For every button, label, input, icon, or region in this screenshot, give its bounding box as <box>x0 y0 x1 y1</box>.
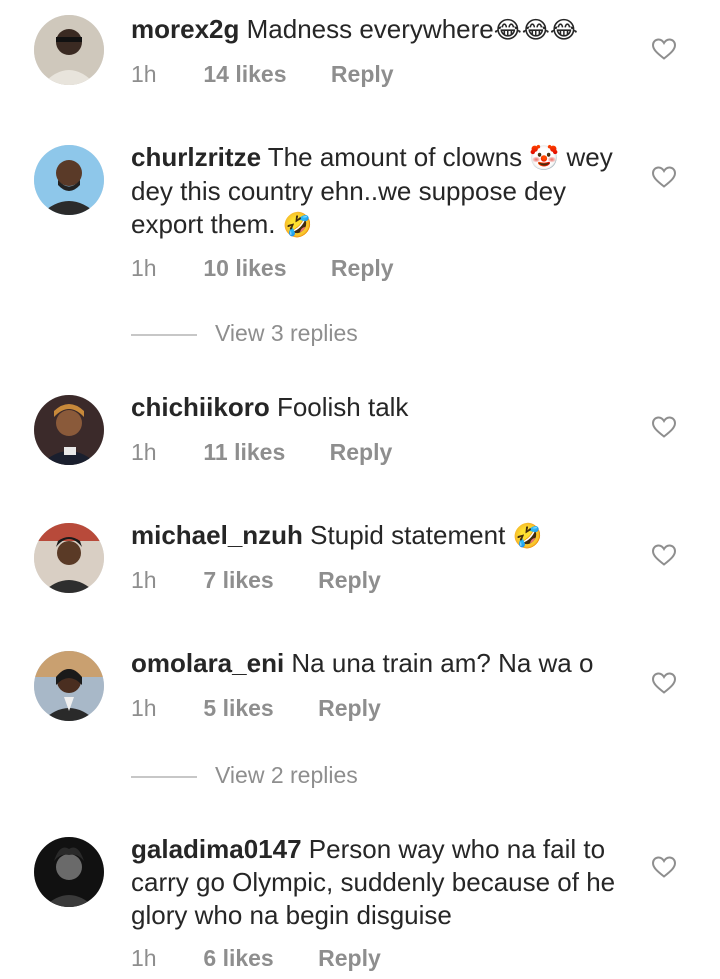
comment-body: Madness everywhere <box>246 14 494 44</box>
avatar[interactable] <box>34 651 104 721</box>
comment-text: chichiikoro Foolish talk <box>131 391 621 424</box>
avatar[interactable] <box>34 523 104 593</box>
heart-icon[interactable] <box>651 165 677 189</box>
avatar-image <box>34 651 104 721</box>
comment-time: 1h <box>131 61 157 87</box>
heart-icon[interactable] <box>651 671 677 695</box>
comment-text: churlzritze The amount of clowns 🤡 wey d… <box>131 141 621 242</box>
heart-icon[interactable] <box>651 543 677 567</box>
comment-body: Stupid statement <box>310 520 506 550</box>
comment-meta: 1h 11 likes Reply <box>131 439 392 466</box>
comment-username[interactable]: galadima0147 <box>131 834 302 864</box>
comment-time: 1h <box>131 945 157 971</box>
reply-button[interactable]: Reply <box>331 255 394 282</box>
comment-time: 1h <box>131 439 157 465</box>
heart-icon[interactable] <box>651 37 677 61</box>
comment-body: The amount of clowns <box>267 142 523 172</box>
comment-item: galadima0147 Person way who na fail to c… <box>0 822 720 979</box>
comment-meta: 1h 10 likes Reply <box>131 255 394 282</box>
comment-likes[interactable]: 7 likes <box>203 567 273 594</box>
comment-likes[interactable]: 5 likes <box>203 695 273 722</box>
view-replies-label: View 2 replies <box>215 762 358 788</box>
heart-icon[interactable] <box>651 415 677 439</box>
comment-item: churlzritze The amount of clowns 🤡 wey d… <box>0 130 720 370</box>
comment-likes[interactable]: 10 likes <box>203 255 286 282</box>
comment-meta: 1h 7 likes Reply <box>131 567 381 594</box>
comment-username[interactable]: omolara_eni <box>131 648 284 678</box>
reply-button[interactable]: Reply <box>318 567 381 594</box>
view-replies-label: View 3 replies <box>215 320 358 346</box>
replies-divider <box>131 334 197 336</box>
comment-time: 1h <box>131 695 157 721</box>
comment-likes[interactable]: 6 likes <box>203 945 273 972</box>
heart-icon[interactable] <box>651 855 677 879</box>
reply-button[interactable]: Reply <box>331 61 394 88</box>
avatar[interactable] <box>34 395 104 465</box>
comment-likes[interactable]: 11 likes <box>203 439 285 466</box>
comment-username[interactable]: churlzritze <box>131 142 261 172</box>
avatar-image <box>34 15 104 85</box>
avatar-image <box>34 145 104 215</box>
comment-likes[interactable]: 14 likes <box>203 61 286 88</box>
avatar[interactable] <box>34 15 104 85</box>
comment-item: omolara_eni Na una train am? Na wa o 1h … <box>0 636 720 806</box>
avatar-image <box>34 837 104 907</box>
comment-text: morex2g Madness everywhere😂😂😂 <box>131 13 621 47</box>
laughing-emoji: 😂😂😂 <box>493 16 578 44</box>
comment-body: Foolish talk <box>276 392 409 422</box>
avatar[interactable] <box>34 837 104 907</box>
avatar[interactable] <box>34 145 104 215</box>
comment-item: morex2g Madness everywhere😂😂😂 1h 14 like… <box>0 0 720 130</box>
comment-text: galadima0147 Person way who na fail to c… <box>131 833 621 932</box>
comment-time: 1h <box>131 567 157 593</box>
comment-item: chichiikoro Foolish talk 1h 11 likes Rep… <box>0 380 720 500</box>
comment-username[interactable]: morex2g <box>131 14 239 44</box>
replies-divider <box>131 776 197 778</box>
reply-button[interactable]: Reply <box>318 695 381 722</box>
reply-button[interactable]: Reply <box>318 945 381 972</box>
clown-emoji: 🤡 <box>529 144 560 172</box>
avatar-image <box>34 523 104 593</box>
comment-meta: 1h 5 likes Reply <box>131 695 381 722</box>
rofl-emoji: 🤣 <box>282 211 313 239</box>
avatar-image <box>34 395 104 465</box>
comment-item: michael_nzuh Stupid statement 🤣 1h 7 lik… <box>0 508 720 628</box>
comment-text: michael_nzuh Stupid statement 🤣 <box>131 519 621 553</box>
comment-meta: 1h 14 likes Reply <box>131 61 394 88</box>
reply-button[interactable]: Reply <box>330 439 393 466</box>
comment-username[interactable]: michael_nzuh <box>131 520 303 550</box>
comment-username[interactable]: chichiikoro <box>131 392 270 422</box>
comment-meta: 1h 6 likes Reply <box>131 945 381 972</box>
comment-time: 1h <box>131 255 157 281</box>
comment-body: Na una train am? Na wa o <box>291 648 594 678</box>
comment-text: omolara_eni Na una train am? Na wa o <box>131 647 621 680</box>
rofl-emoji: 🤣 <box>512 522 543 550</box>
